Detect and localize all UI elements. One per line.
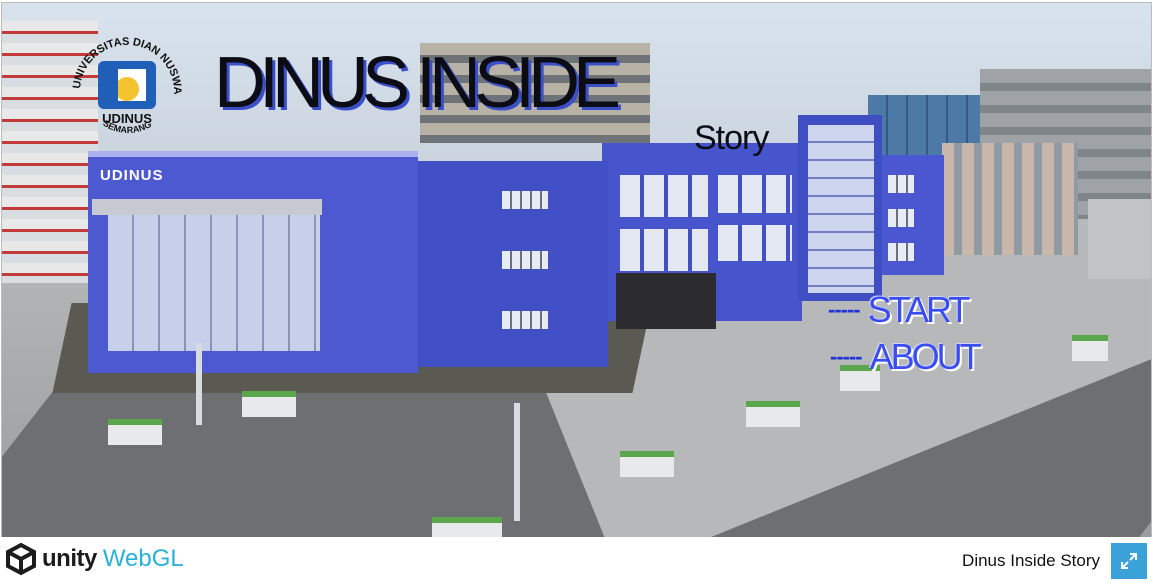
game-title: DINUS INSIDE <box>214 43 621 123</box>
street-lamp <box>196 343 202 425</box>
about-button[interactable]: ----- ABOUT <box>830 336 982 378</box>
street-lamp <box>514 403 520 521</box>
start-button[interactable]: ----- START <box>828 289 971 331</box>
window <box>718 225 792 261</box>
building-passage <box>616 273 716 329</box>
window <box>888 209 914 227</box>
window <box>888 175 914 193</box>
unity-icon <box>6 542 36 576</box>
game-canvas[interactable]: UDINUS UNIVERSITAS DIAN NUSWANTORO SEMAR… <box>1 2 1152 539</box>
window <box>502 311 548 329</box>
window <box>718 175 792 213</box>
window <box>620 175 708 217</box>
background-building-brick <box>942 143 1078 255</box>
planter <box>620 451 674 477</box>
fullscreen-button[interactable] <box>1111 543 1147 579</box>
entrance-glass-facade <box>108 215 320 351</box>
window <box>620 229 708 271</box>
background-building-far-right <box>1088 199 1151 279</box>
planter <box>432 517 502 538</box>
menu-dash: ----- <box>830 344 863 369</box>
window <box>502 251 548 269</box>
game-subtitle: Story <box>694 119 769 157</box>
building-sign: UDINUS <box>100 167 164 184</box>
about-label: ABOUT <box>869 336 982 377</box>
window <box>888 243 914 261</box>
start-label: START <box>867 289 971 330</box>
webgl-word: WebGL <box>102 545 184 572</box>
footer-game-title: Dinus Inside Story <box>962 551 1100 570</box>
logo-brand: UDINUS <box>102 111 152 126</box>
planter <box>1072 335 1108 361</box>
tower-glass <box>808 125 874 293</box>
menu-dash: ----- <box>828 297 861 322</box>
expand-icon <box>1121 553 1137 569</box>
unity-webgl-logo: unity WebGL <box>4 542 184 576</box>
window <box>502 191 548 209</box>
planter <box>242 391 296 417</box>
entrance-canopy <box>92 199 322 215</box>
unity-word: unity <box>42 545 97 572</box>
udinus-logo: UNIVERSITAS DIAN NUSWANTORO SEMARANG UDI… <box>66 25 183 135</box>
planter <box>108 419 162 445</box>
planter <box>746 401 800 427</box>
